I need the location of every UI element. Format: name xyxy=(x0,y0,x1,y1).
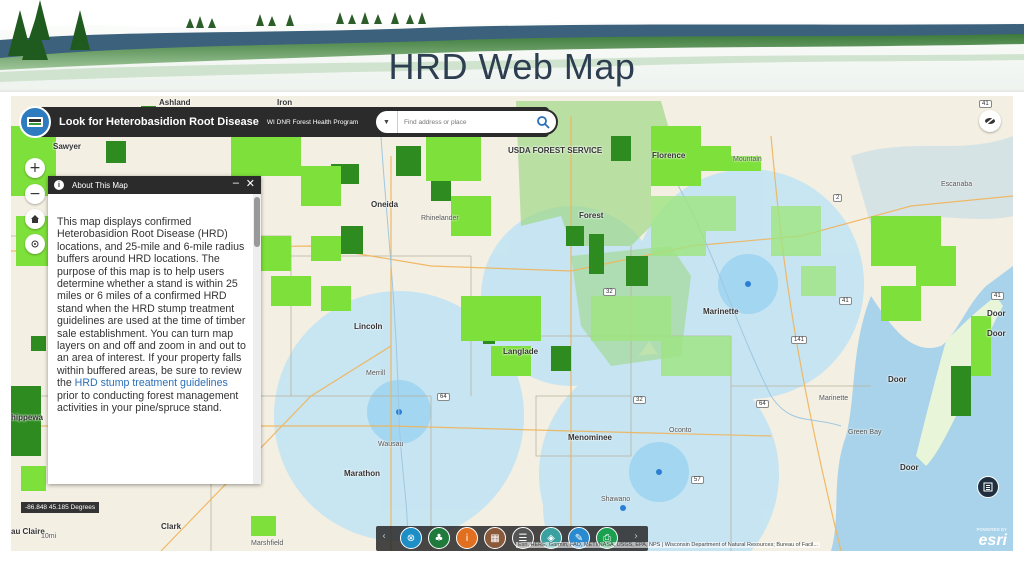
slide-title: HRD Web Map xyxy=(388,46,636,87)
eye-off-icon xyxy=(984,116,996,126)
place-label: au Claire xyxy=(11,527,45,536)
coordinates-readout: -86.848 45.185 Degrees xyxy=(21,502,100,513)
place-label: Oneida xyxy=(371,200,399,209)
highway-shield: 64 xyxy=(756,400,769,408)
app-logo-icon xyxy=(19,106,51,138)
place-label: Door xyxy=(987,329,1006,338)
locate-button[interactable] xyxy=(25,234,45,254)
dock-prev-arrow[interactable]: ‹ xyxy=(382,531,386,542)
place-label: Florence xyxy=(652,151,686,160)
place-label: Marshfield xyxy=(251,540,284,547)
place-label: Marathon xyxy=(344,469,380,478)
scale-label: 10mi xyxy=(41,533,57,540)
place-label: Iron xyxy=(277,98,293,107)
scrollbar-thumb[interactable] xyxy=(254,197,260,247)
map-viewport[interactable]: Ashland Iron Sawyer USDA FOREST SERVICE … xyxy=(11,96,1013,551)
search-icon[interactable] xyxy=(536,115,550,129)
tree-icon[interactable]: ♣ xyxy=(428,527,450,549)
place-label: Mountain xyxy=(733,156,762,163)
place-label: Menominee xyxy=(568,433,613,442)
grid-icon[interactable]: ▦ xyxy=(484,527,506,549)
zoom-out-button[interactable]: − xyxy=(25,184,45,204)
app-subtitle: WI DNR Forest Health Program xyxy=(266,118,359,126)
place-label: Door xyxy=(987,309,1006,318)
highway-shield: 41 xyxy=(991,292,1004,300)
close-button[interactable]: ✕ xyxy=(246,177,255,190)
visibility-toggle-button[interactable] xyxy=(979,110,1001,132)
about-panel-header: i About This Map – ✕ xyxy=(48,176,261,194)
map-attribution: Esri, HERE, Garmin, FAO, METI/NASA, USGS… xyxy=(516,542,820,548)
about-text: This map displays confirmed Heterobasidi… xyxy=(57,216,246,390)
highway-shield: 41 xyxy=(839,297,852,305)
panel-scrollbar[interactable] xyxy=(253,194,261,484)
search-input[interactable] xyxy=(404,118,522,126)
place-label: Door xyxy=(900,463,919,472)
place-label: Marinette xyxy=(703,307,739,316)
about-text-end: prior to conducting forest management ac… xyxy=(57,389,239,415)
place-label: Green Bay xyxy=(848,429,882,436)
place-label: Rhinelander xyxy=(421,215,459,222)
guidelines-link[interactable]: HRD stump treatment guidelines xyxy=(75,377,228,389)
esri-logo: POWERED BY esri xyxy=(976,527,1007,550)
highway-shield: 57 xyxy=(691,476,704,484)
place-label: Escanaba xyxy=(941,181,973,188)
search-source-dropdown[interactable]: ▼ xyxy=(376,111,398,133)
place-label: Forest xyxy=(579,211,604,220)
place-label: Shawano xyxy=(601,496,631,503)
place-label: USDA FOREST SERVICE xyxy=(508,146,603,155)
about-panel-title: About This Map xyxy=(72,180,128,190)
place-label: Oconto xyxy=(669,427,692,434)
about-panel-body: This map displays confirmed Heterobasidi… xyxy=(48,194,253,484)
about-panel: i About This Map – ✕ This map displays c… xyxy=(48,176,261,484)
info-icon: i xyxy=(54,180,64,190)
highway-shield: 141 xyxy=(791,336,808,344)
place-label: Langlade xyxy=(503,347,539,356)
highway-shield: 64 xyxy=(437,393,450,401)
place-label: Wausau xyxy=(378,441,404,448)
basemap-gallery-button[interactable]: ⊗ xyxy=(400,527,422,549)
search-box: ▼ xyxy=(374,109,558,135)
dock-next-arrow[interactable]: › xyxy=(634,531,638,542)
zoom-in-button[interactable]: + xyxy=(25,158,45,178)
highway-shield: 41 xyxy=(979,100,992,108)
place-label: Sawyer xyxy=(53,142,82,151)
app-header: Look for Heterobasidion Root Disease WI … xyxy=(19,106,558,138)
place-label: Lincoln xyxy=(354,322,383,331)
home-button[interactable] xyxy=(25,209,45,229)
highway-shield: 32 xyxy=(603,288,616,296)
highway-shield: 32 xyxy=(633,396,646,404)
place-label: Ashland xyxy=(159,98,191,107)
legend-list-button[interactable] xyxy=(977,476,999,498)
highway-shield: 2 xyxy=(833,194,843,202)
place-label: hippewa xyxy=(11,413,44,422)
place-label: Door xyxy=(888,375,907,384)
locate-icon xyxy=(31,240,39,248)
minimize-button[interactable]: – xyxy=(233,177,239,189)
place-label: Merrill xyxy=(366,370,386,377)
home-icon xyxy=(31,215,39,223)
place-label: Clark xyxy=(161,522,182,531)
about-button[interactable]: i xyxy=(456,527,478,549)
app-title: Look for Heterobasidion Root Disease xyxy=(59,116,259,128)
list-icon xyxy=(983,482,993,492)
place-label: Marinette xyxy=(819,395,849,402)
esri-wordmark: esri xyxy=(978,532,1007,549)
